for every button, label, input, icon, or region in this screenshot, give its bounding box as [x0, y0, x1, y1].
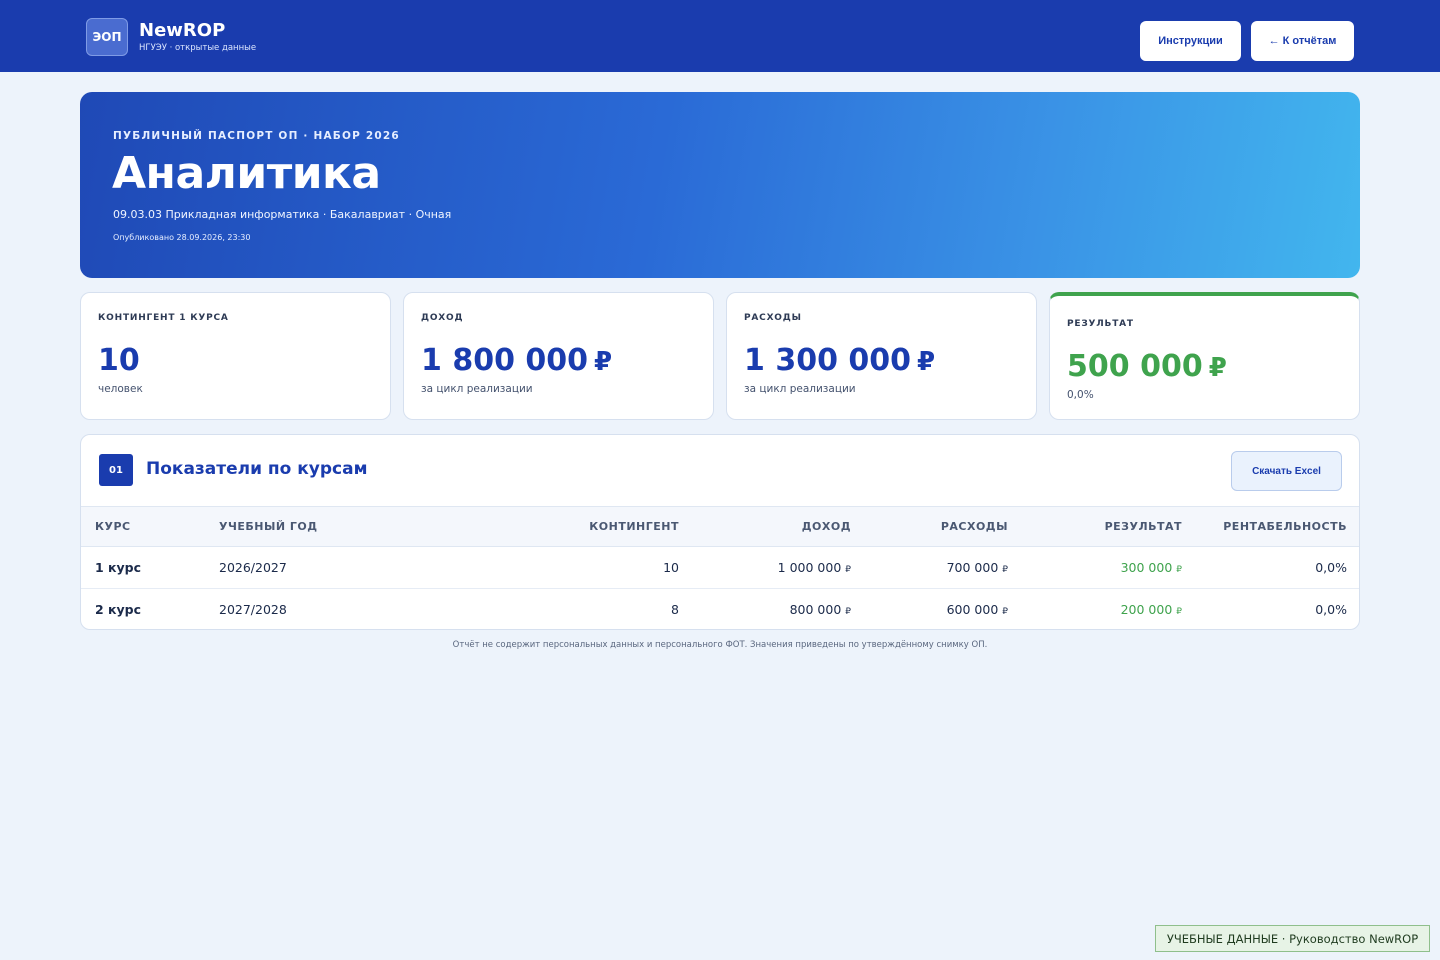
column-header: РАСХОДЫ	[865, 506, 1022, 547]
cell-course: 1 курс	[81, 546, 205, 589]
cell-result: 200 000 ₽	[1022, 589, 1196, 630]
stat-label: РЕЗУЛЬТАТ	[1067, 319, 1134, 329]
cell-expenses: 700 000 ₽	[865, 546, 1022, 589]
stat-value: 10	[98, 343, 140, 378]
section-title: Показатели по курсам	[146, 459, 368, 479]
instructions-button[interactable]: Инструкции	[1140, 21, 1241, 61]
footnote: Отчёт не содержит персональных данных и …	[452, 640, 988, 650]
back-to-reports-button[interactable]: ← К отчётам	[1251, 21, 1354, 61]
stat-value: 1 800 000 ₽	[421, 343, 612, 378]
brand-name: NewROP	[139, 20, 226, 41]
column-header: РЕЗУЛЬТАТ	[1022, 506, 1196, 547]
brand-text: NewROP НГУЭУ · открытые данные	[139, 20, 256, 54]
stat-sub: за цикл реализации	[421, 383, 533, 395]
cell-income: 800 000 ₽	[693, 589, 865, 630]
hero-kicker: ПУБЛИЧНЫЙ ПАСПОРТ ОП · НАБОР 2026	[113, 130, 400, 142]
cell-margin: 0,0%	[1196, 546, 1359, 589]
ruble-icon: ₽	[1002, 565, 1008, 575]
stat-card-result: РЕЗУЛЬТАТ 500 000 ₽ 0,0%	[1049, 292, 1360, 420]
stat-card-contingent: КОНТИНГЕНТ 1 КУРСА 10 человек	[80, 292, 391, 420]
column-header: УЧЕБНЫЙ ГОД	[205, 506, 405, 547]
cell-value: 200 000	[1120, 602, 1173, 618]
ruble-icon: ₽	[845, 565, 851, 575]
stat-number: 10	[98, 343, 140, 378]
cell-value: 300 000	[1120, 560, 1173, 575]
cell-year: 2027/2028	[219, 602, 287, 618]
section-number: 01	[99, 454, 133, 486]
stat-value: 500 000 ₽	[1067, 349, 1227, 384]
published-date: Опубликовано 28.09.2026, 23:30	[113, 233, 251, 242]
training-data-badge: УЧЕБНЫЕ ДАННЫЕ · Руководство NewROP	[1155, 925, 1430, 952]
page-title: Аналитика	[112, 148, 381, 199]
brand[interactable]: ЭОП NewROP НГУЭУ · открытые данные	[86, 18, 256, 56]
brand-subtitle: НГУЭУ · открытые данные	[139, 43, 257, 53]
stat-number: 1 800 000	[421, 343, 589, 378]
stat-card-income: ДОХОД 1 800 000 ₽ за цикл реализации	[403, 292, 714, 420]
table-row: 1 курс 2026/2027 10 1 000 000 ₽ 700 000 …	[81, 546, 1359, 589]
column-header: ДОХОД	[693, 506, 865, 547]
column-header: РЕНТАБЕЛЬНОСТЬ	[1196, 506, 1359, 547]
column-header: КУРС	[81, 506, 205, 547]
stat-label: КОНТИНГЕНТ 1 КУРСА	[98, 313, 229, 323]
cell-income: 1 000 000 ₽	[693, 546, 865, 589]
cell-value: 700 000	[946, 560, 999, 575]
cell-contingent: 8	[671, 602, 679, 618]
ruble-icon: ₽	[845, 607, 851, 618]
ruble-icon: ₽	[594, 347, 613, 377]
stat-number: 1 300 000	[744, 343, 912, 378]
column-header: КОНТИНГЕНТ	[405, 506, 693, 547]
cell-value: 600 000	[946, 602, 999, 618]
download-excel-button[interactable]: Скачать Excel	[1231, 451, 1342, 491]
courses-table: КУРС УЧЕБНЫЙ ГОД КОНТИНГЕНТ ДОХОД РАСХОД…	[81, 506, 1359, 630]
stat-sub: за цикл реализации	[744, 383, 856, 395]
table-row: 2 курс 2027/2028 8 800 000 ₽ 600 000 ₽ 2…	[81, 589, 1359, 630]
stat-label: РАСХОДЫ	[744, 313, 802, 323]
ruble-icon: ₽	[1176, 607, 1182, 618]
cell-value: 1 000 000	[777, 560, 842, 575]
stat-value: 1 300 000 ₽	[744, 343, 935, 378]
table-header-row: КУРС УЧЕБНЫЙ ГОД КОНТИНГЕНТ ДОХОД РАСХОД…	[81, 506, 1359, 547]
cell-year: 2026/2027	[205, 546, 405, 589]
hero-banner: ПУБЛИЧНЫЙ ПАСПОРТ ОП · НАБОР 2026 Аналит…	[80, 92, 1360, 278]
stat-card-expenses: РАСХОДЫ 1 300 000 ₽ за цикл реализации	[726, 292, 1037, 420]
top-bar: ЭОП NewROP НГУЭУ · открытые данные Инстр…	[0, 0, 1440, 72]
courses-panel: 01 Показатели по курсам Скачать Excel КУ…	[80, 434, 1360, 630]
stat-number: 500 000	[1067, 349, 1203, 384]
ruble-icon: ₽	[1002, 607, 1008, 618]
program-meta: 09.03.03 Прикладная информатика · Бакала…	[113, 208, 452, 221]
cell-expenses: 600 000 ₽	[865, 589, 1022, 630]
cell-result: 300 000 ₽	[1022, 546, 1196, 589]
ruble-icon: ₽	[1176, 565, 1182, 575]
stat-sub: 0,0%	[1067, 389, 1094, 401]
stat-sub: человек	[98, 383, 143, 395]
cell-value: 800 000	[789, 602, 842, 618]
stat-label: ДОХОД	[421, 313, 464, 323]
cell-margin: 0,0%	[1315, 602, 1347, 618]
cell-course: 2 курс	[95, 602, 142, 618]
cell-contingent: 10	[405, 546, 693, 589]
ruble-icon: ₽	[1208, 353, 1227, 383]
brand-logo: ЭОП	[86, 18, 128, 56]
ruble-icon: ₽	[917, 347, 936, 377]
